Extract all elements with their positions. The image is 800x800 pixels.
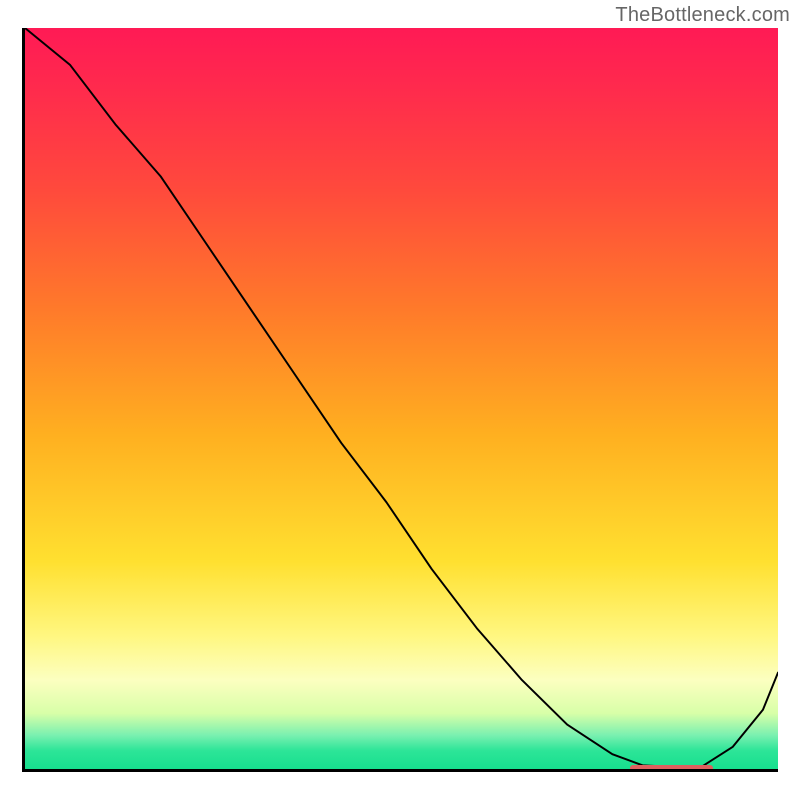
plot-area	[22, 28, 778, 772]
bottleneck-curve	[25, 28, 778, 769]
optimal-range-marker	[630, 765, 713, 772]
watermark-text: TheBottleneck.com	[615, 4, 790, 27]
chart-stage: TheBottleneck.com	[0, 0, 800, 800]
